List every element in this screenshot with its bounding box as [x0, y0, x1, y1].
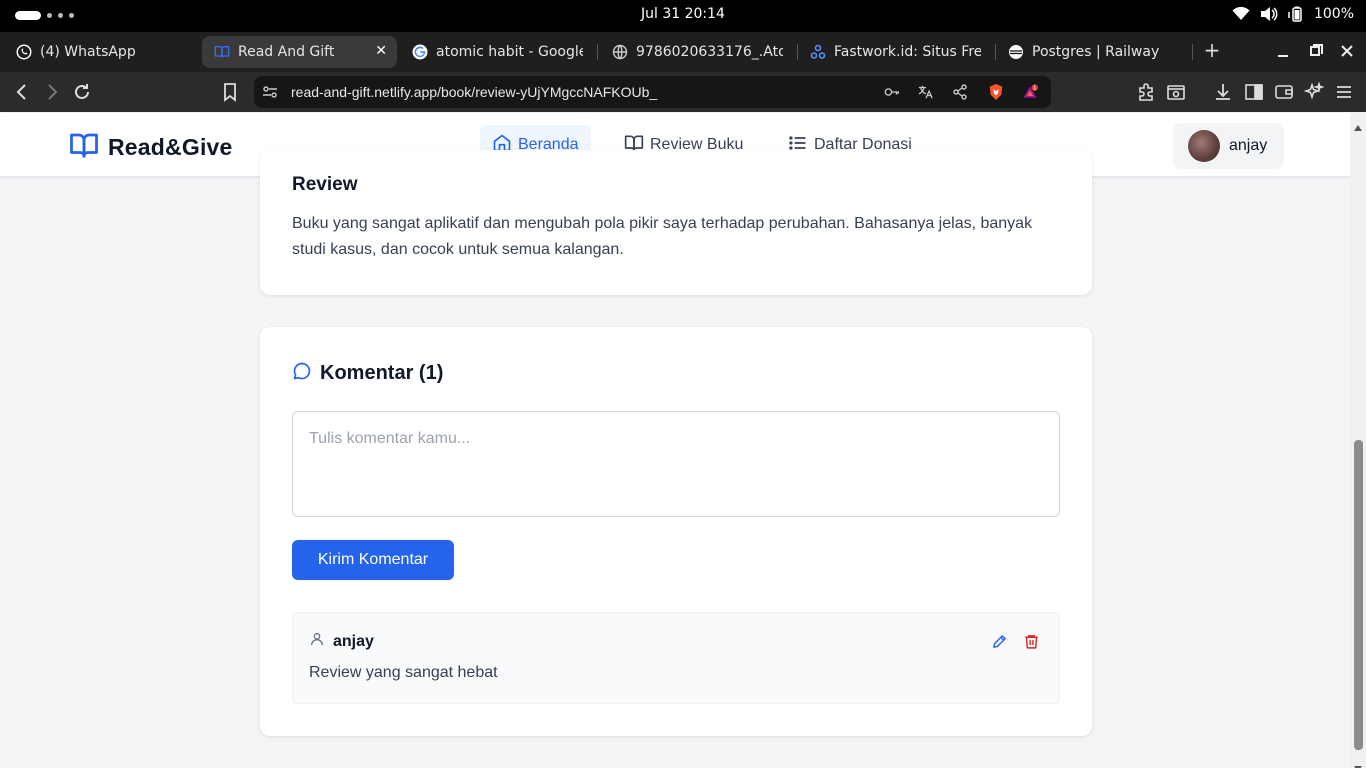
trash-icon[interactable] [1022, 632, 1040, 650]
tab-whatsapp[interactable]: (4) WhatsApp [4, 36, 194, 68]
battery-percent: 100% [1313, 6, 1354, 22]
tab-close-icon[interactable]: ✕ [375, 43, 387, 59]
leo-ai-icon[interactable] [1302, 80, 1326, 104]
volume-icon [1260, 6, 1278, 22]
menu-icon[interactable] [1332, 80, 1356, 104]
share-icon[interactable] [952, 84, 968, 100]
os-status-area[interactable]: 100% [1232, 6, 1354, 22]
globe-icon [612, 44, 628, 60]
tab-google[interactable]: atomic habit - Google [400, 36, 595, 68]
tab-title: Read And Gift [238, 44, 335, 60]
close-window-icon[interactable] [1335, 40, 1359, 64]
comment-input[interactable] [292, 411, 1060, 517]
address-bar[interactable]: read-and-gift.netlify.app/book/review-yU… [254, 76, 1051, 108]
browser-tab-bar: (4) WhatsApp Read And Gift ✕ atomic habi… [0, 32, 1366, 72]
download-icon[interactable] [1211, 80, 1235, 104]
tab-title: Fastwork.id: Situs Free [834, 44, 981, 60]
back-icon[interactable] [10, 80, 34, 104]
new-tab-button[interactable]: + [1201, 40, 1223, 62]
tab-title: (4) WhatsApp [40, 44, 136, 60]
user-name: anjay [1229, 137, 1268, 154]
wallet-icon[interactable] [1272, 80, 1296, 104]
battery-icon [1288, 6, 1304, 22]
brave-shield-icon[interactable] [988, 84, 1004, 100]
logo-text: Read&Give [108, 133, 233, 160]
reload-icon[interactable] [70, 80, 94, 104]
scroll-down-arrow[interactable] [1353, 758, 1363, 768]
tab-title: atomic habit - Google [436, 44, 583, 60]
user-icon [309, 631, 325, 652]
tab-title: 9786020633176_.Ato [636, 44, 783, 60]
comment-title: Komentar (1) [320, 361, 444, 384]
send-comment-button[interactable]: Kirim Komentar [292, 540, 454, 580]
tab-read-and-gift[interactable]: Read And Gift ✕ [202, 36, 397, 68]
extensions-icon[interactable] [1135, 80, 1159, 104]
maximize-icon[interactable] [1303, 40, 1327, 64]
translate-icon[interactable] [918, 84, 934, 100]
google-icon [412, 44, 428, 60]
comment-author: anjay [309, 631, 374, 652]
review-heading: Review [292, 174, 358, 195]
comment-bubble-icon [292, 361, 312, 385]
comment-author-name: anjay [333, 632, 374, 650]
user-menu[interactable]: anjay [1173, 123, 1284, 169]
bookmark-icon[interactable] [218, 80, 242, 104]
book-open-icon [68, 130, 100, 164]
scrollbar-thumb[interactable] [1354, 440, 1363, 750]
os-top-bar: Jul 31 20:14 100% [0, 0, 1366, 32]
railway-icon [1008, 44, 1024, 60]
browser-toolbar: read-and-gift.netlify.app/book/review-yU… [0, 72, 1366, 112]
tab-fastwork[interactable]: Fastwork.id: Situs Free [798, 36, 993, 68]
comment-text: Review yang sangat hebat [309, 664, 498, 681]
list-item: anjay Review yang sangat hebat [292, 612, 1060, 704]
book-icon [214, 44, 230, 60]
tab-title: Postgres | Railway [1032, 44, 1160, 60]
forward-icon[interactable] [40, 80, 64, 104]
key-icon[interactable] [884, 84, 900, 100]
tab-pdf[interactable]: 9786020633176_.Ato [600, 36, 795, 68]
tab-separator [597, 44, 598, 60]
site-info-icon[interactable] [262, 84, 278, 100]
os-clock[interactable]: Jul 31 20:14 [0, 6, 1366, 22]
site-logo[interactable]: Read&Give [68, 130, 233, 164]
sidebar-icon[interactable] [1242, 80, 1266, 104]
wifi-icon [1232, 7, 1250, 21]
tab-separator [1192, 44, 1193, 60]
url-text: read-and-gift.netlify.app/book/review-yU… [291, 84, 658, 100]
avatar [1188, 130, 1220, 162]
whatsapp-icon [16, 44, 32, 60]
review-text: Buku yang sangat aplikatif dan mengubah … [292, 215, 1033, 258]
scroll-up-arrow[interactable] [1353, 117, 1363, 131]
tab-railway[interactable]: Postgres | Railway [996, 36, 1191, 68]
edit-icon[interactable] [990, 632, 1008, 650]
media-icon[interactable] [1164, 80, 1188, 104]
minimize-icon[interactable] [1271, 40, 1295, 64]
fastwork-icon [810, 44, 826, 60]
comment-header: Komentar (1) [292, 361, 443, 385]
notification-count: 1 [1033, 86, 1036, 92]
brave-rewards-icon[interactable]: 1 [1022, 84, 1038, 100]
review-card: Review Buku yang sangat aplikatif dan me… [260, 150, 1092, 295]
comment-section: Komentar (1) Kirim Komentar anjay Review… [260, 327, 1092, 736]
